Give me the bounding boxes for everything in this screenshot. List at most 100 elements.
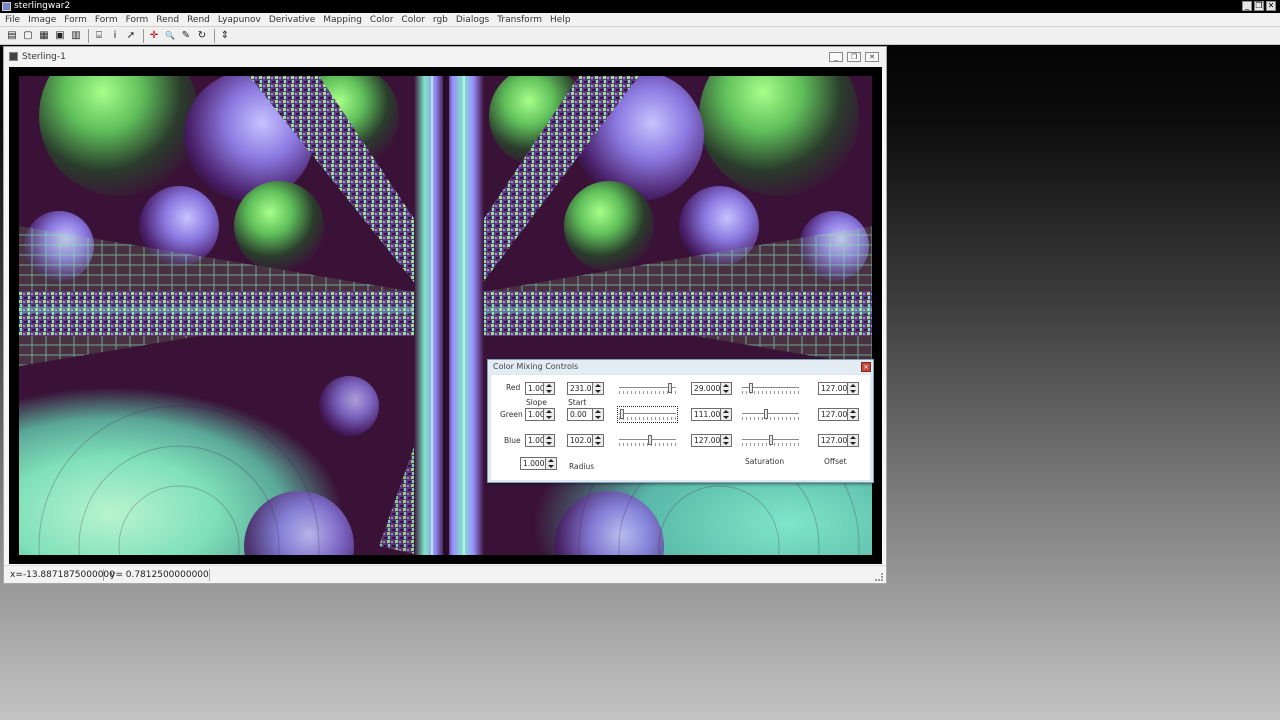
rgb-icon[interactable]: ⌸ xyxy=(92,29,106,43)
start-label: Start xyxy=(568,398,587,407)
green-saturation-slider[interactable] xyxy=(742,408,799,421)
blue-slider-1[interactable] xyxy=(619,434,676,447)
save-as-icon[interactable]: ▣ xyxy=(53,29,67,43)
fractal-window-controls: _ ❐ ✕ xyxy=(829,52,879,62)
red-slider-1[interactable] xyxy=(619,382,676,395)
save-icon[interactable]: ▦ xyxy=(37,29,51,43)
red-value[interactable]: 29.000 xyxy=(691,382,721,395)
dialog-close-button[interactable]: × xyxy=(861,362,871,372)
new-icon[interactable]: ▤ xyxy=(5,29,19,43)
spinner-arrows[interactable] xyxy=(544,382,555,395)
menu-image[interactable]: Image xyxy=(24,13,60,26)
green-start-value[interactable]: 0.00 xyxy=(567,408,593,421)
blue-offset-value[interactable]: 127.000 xyxy=(818,434,848,447)
menu-mapping[interactable]: Mapping xyxy=(319,13,366,26)
menu-form-3[interactable]: Form xyxy=(122,13,153,26)
radius-value[interactable]: 1.000 xyxy=(520,457,546,470)
menu-help[interactable]: Help xyxy=(546,13,575,26)
resize-grip[interactable] xyxy=(875,573,883,581)
red-start-spinner[interactable]: 231.00 xyxy=(567,382,604,395)
red-offset-spinner[interactable]: 127.000 xyxy=(818,382,859,395)
title-bar: sterlingwar2 _ ❐ ✕ xyxy=(0,0,1280,13)
blue-value[interactable]: 127.000 xyxy=(691,434,721,447)
red-slope-value[interactable]: 1.00 xyxy=(525,382,544,395)
green-offset-spinner[interactable]: 127.000 xyxy=(818,408,859,421)
restore-button[interactable]: ❐ xyxy=(1254,1,1264,11)
slope-label: Slope xyxy=(526,398,547,407)
red-saturation-slider[interactable] xyxy=(742,382,799,395)
pencil-icon[interactable]: ✎ xyxy=(179,29,193,43)
rotate-icon[interactable]: ↻ xyxy=(195,29,209,43)
toolbar-separator xyxy=(214,28,215,43)
menu-rend-2[interactable]: Rend xyxy=(183,13,214,26)
close-button[interactable]: ✕ xyxy=(1266,1,1276,11)
menu-color-1[interactable]: Color xyxy=(366,13,398,26)
green-value-spinner[interactable]: 111.000 xyxy=(691,408,732,421)
fractal-window: Sterling-1 _ ❐ ✕ x=-13.8871875000000 y= … xyxy=(3,46,887,584)
spinner-arrows[interactable] xyxy=(721,382,732,395)
fractal-image[interactable] xyxy=(19,76,872,555)
minimize-button[interactable]: _ xyxy=(1242,1,1252,11)
pointer-icon[interactable]: ➚ xyxy=(124,29,138,43)
red-slope-spinner[interactable]: 1.00 xyxy=(525,382,555,395)
open-icon[interactable]: ▢ xyxy=(21,29,35,43)
menu-rend-1[interactable]: Rend xyxy=(152,13,183,26)
blue-slope-spinner[interactable]: 1.00 xyxy=(525,434,555,447)
blue-start-spinner[interactable]: 102.00 xyxy=(567,434,604,447)
menu-form-1[interactable]: Form xyxy=(60,13,91,26)
menu-transform[interactable]: Transform xyxy=(493,13,546,26)
toolbar-separator xyxy=(88,28,89,43)
blue-offset-spinner[interactable]: 127.000 xyxy=(818,434,859,447)
spinner-arrows[interactable] xyxy=(848,434,859,447)
blue-label: Blue xyxy=(504,436,521,445)
zoom-icon[interactable]: 🔍 xyxy=(163,29,177,43)
menu-lyapunov[interactable]: Lyapunov xyxy=(214,13,265,26)
red-start-value[interactable]: 231.00 xyxy=(567,382,593,395)
menu-dialogs[interactable]: Dialogs xyxy=(452,13,493,26)
dialog-title: Color Mixing Controls xyxy=(493,362,579,371)
info-icon[interactable]: ⅰ xyxy=(108,29,122,43)
menu-color-2[interactable]: Color xyxy=(397,13,429,26)
spinner-arrows[interactable] xyxy=(544,434,555,447)
blue-value-spinner[interactable]: 127.000 xyxy=(691,434,732,447)
color-mixing-dialog: Color Mixing Controls × Red Green Blue S… xyxy=(487,359,874,483)
spinner-arrows[interactable] xyxy=(593,382,604,395)
menu-file[interactable]: File xyxy=(0,13,24,26)
red-offset-value[interactable]: 127.000 xyxy=(818,382,848,395)
child-minimize-button[interactable]: _ xyxy=(829,52,843,62)
help-icon[interactable]: ⇕ xyxy=(218,29,232,43)
menu-form-2[interactable]: Form xyxy=(91,13,122,26)
red-value-spinner[interactable]: 29.000 xyxy=(691,382,732,395)
blue-slope-value[interactable]: 1.00 xyxy=(525,434,544,447)
green-slope-spinner[interactable]: 1.00 xyxy=(525,408,555,421)
spinner-arrows[interactable] xyxy=(721,408,732,421)
spinner-arrows[interactable] xyxy=(848,382,859,395)
blue-saturation-slider[interactable] xyxy=(742,434,799,447)
palette-icon[interactable]: ▥ xyxy=(69,29,83,43)
window-title: sterlingwar2 xyxy=(14,1,71,11)
menu-derivative[interactable]: Derivative xyxy=(265,13,319,26)
window-system-icon[interactable] xyxy=(9,52,18,61)
child-close-button[interactable]: ✕ xyxy=(865,52,879,62)
move-icon[interactable]: ✛ xyxy=(147,29,161,43)
dialog-caption[interactable]: Color Mixing Controls × xyxy=(488,360,873,374)
spinner-arrows[interactable] xyxy=(721,434,732,447)
blue-start-value[interactable]: 102.00 xyxy=(567,434,593,447)
green-value[interactable]: 111.000 xyxy=(691,408,721,421)
offset-label: Offset xyxy=(824,457,847,466)
spinner-arrows[interactable] xyxy=(546,457,557,470)
green-slider-1[interactable] xyxy=(617,406,678,423)
radius-spinner[interactable]: 1.000 xyxy=(520,457,557,470)
spinner-arrows[interactable] xyxy=(593,408,604,421)
green-start-spinner[interactable]: 0.00 xyxy=(567,408,604,421)
fractal-window-caption: Sterling-1 _ ❐ ✕ xyxy=(4,47,886,67)
menu-rgb[interactable]: rgb xyxy=(429,13,452,26)
spinner-arrows[interactable] xyxy=(544,408,555,421)
green-slope-value[interactable]: 1.00 xyxy=(525,408,544,421)
spinner-arrows[interactable] xyxy=(848,408,859,421)
child-restore-button[interactable]: ❐ xyxy=(847,52,861,62)
spinner-arrows[interactable] xyxy=(593,434,604,447)
green-offset-value[interactable]: 127.000 xyxy=(818,408,848,421)
app-icon xyxy=(2,2,11,11)
status-x-coordinate: x=-13.8871875000000 xyxy=(10,570,115,580)
